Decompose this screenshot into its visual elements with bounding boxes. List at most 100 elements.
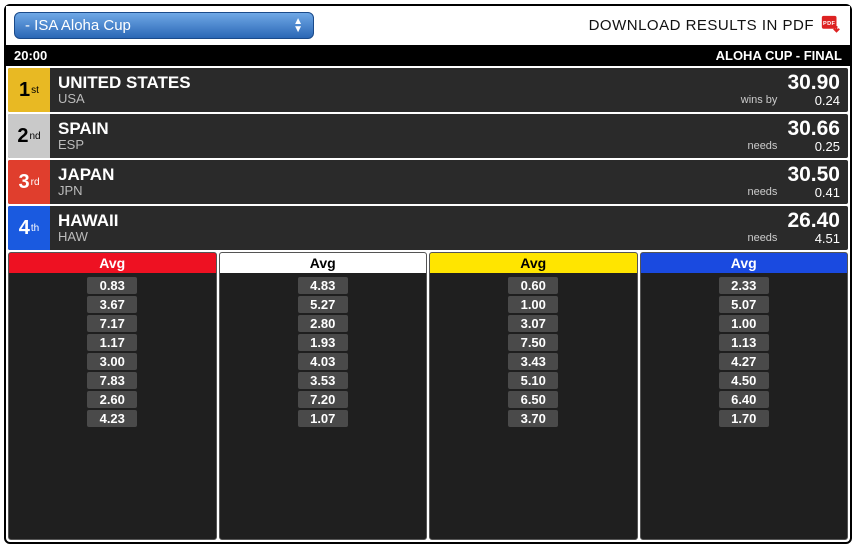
avg-cell: 3.70 xyxy=(508,410,558,427)
country-name: SPAIN xyxy=(58,120,109,139)
topbar: - ISA Aloha Cup ▲▼ DOWNLOAD RESULTS IN P… xyxy=(6,6,850,45)
country-name: HAWAII xyxy=(58,212,118,231)
score-meta: wins by 30.900.24 xyxy=(741,72,840,108)
heat-title: ALOHA CUP - FINAL xyxy=(716,48,842,63)
total-score: 30.50 xyxy=(787,164,840,185)
score-diff: 0.24 xyxy=(815,93,840,108)
score-wrap: 30.500.41 xyxy=(787,164,840,200)
rank-badge: 2nd xyxy=(8,114,50,158)
status-label: needs xyxy=(747,140,777,152)
avg-cell: 6.50 xyxy=(508,391,558,408)
score-diff: 0.41 xyxy=(815,185,840,200)
country-code: JPN xyxy=(58,184,114,198)
pdf-icon: PDF xyxy=(820,15,842,37)
total-score: 26.40 xyxy=(787,210,840,231)
score-diff: 4.51 xyxy=(815,231,840,246)
score-wrap: 30.900.24 xyxy=(787,72,840,108)
svg-text:PDF: PDF xyxy=(823,21,836,27)
heat-time: 20:00 xyxy=(14,48,47,63)
total-score: 30.66 xyxy=(787,118,840,139)
country-block: UNITED STATESUSA xyxy=(58,74,191,107)
avg-cell: 4.83 xyxy=(298,277,348,294)
results-list: 1stUNITED STATESUSAwins by30.900.242ndSP… xyxy=(6,66,850,252)
total-score: 30.90 xyxy=(787,72,840,93)
avg-cell: 4.23 xyxy=(87,410,137,427)
score-meta: needs 26.404.51 xyxy=(747,210,840,246)
avg-cell: 1.93 xyxy=(298,334,348,351)
avg-cell: 1.13 xyxy=(719,334,769,351)
row-main: JAPANJPN needs 30.500.41 xyxy=(50,160,848,204)
score-wrap: 30.660.25 xyxy=(787,118,840,154)
avg-cell: 4.27 xyxy=(719,353,769,370)
avg-cell: 7.17 xyxy=(87,315,137,332)
rank-badge: 3rd xyxy=(8,160,50,204)
status-label: wins by xyxy=(741,94,778,106)
status-label: needs xyxy=(747,232,777,244)
country-block: HAWAIIHAW xyxy=(58,212,118,245)
status-label: needs xyxy=(747,186,777,198)
result-row: 4thHAWAIIHAWneeds26.404.51 xyxy=(8,206,848,250)
avg-header: Avg xyxy=(430,253,637,273)
score-diff: 0.25 xyxy=(815,139,840,154)
avg-cell: 7.50 xyxy=(508,334,558,351)
avg-list: 2.33 5.07 1.00 1.13 4.27 4.50 6.40 1.70 xyxy=(641,273,848,431)
avg-cell: 2.33 xyxy=(719,277,769,294)
avg-cell: 3.67 xyxy=(87,296,137,313)
avg-column: Avg 0.83 3.67 7.17 1.17 3.00 7.83 2.60 4.23 xyxy=(8,252,217,540)
avg-list: 4.83 5.27 2.80 1.93 4.03 3.53 7.20 1.07 xyxy=(220,273,427,431)
avg-list: 0.60 1.00 3.07 7.50 3.43 5.10 6.50 3.70 xyxy=(430,273,637,431)
avg-cell: 1.00 xyxy=(508,296,558,313)
avg-header: Avg xyxy=(641,253,848,273)
avg-header: Avg xyxy=(9,253,216,273)
country-block: SPAINESP xyxy=(58,120,109,153)
chevron-updown-icon: ▲▼ xyxy=(293,18,303,34)
avg-cell: 1.00 xyxy=(719,315,769,332)
avg-column: Avg 4.83 5.27 2.80 1.93 4.03 3.53 7.20 1.07 xyxy=(219,252,428,540)
country-code: USA xyxy=(58,92,191,106)
avg-cell: 4.03 xyxy=(298,353,348,370)
download-pdf-link[interactable]: DOWNLOAD RESULTS IN PDF PDF xyxy=(589,15,842,37)
avg-cell: 2.80 xyxy=(298,315,348,332)
avg-cell: 5.10 xyxy=(508,372,558,389)
score-wrap: 26.404.51 xyxy=(787,210,840,246)
avg-cell: 4.50 xyxy=(719,372,769,389)
score-meta: needs 30.660.25 xyxy=(747,118,840,154)
avg-cell: 5.27 xyxy=(298,296,348,313)
row-main: HAWAIIHAW needs 26.404.51 xyxy=(50,206,848,250)
result-row: 3rdJAPANJPN needs 30.500.41 xyxy=(8,160,848,204)
country-code: HAW xyxy=(58,230,118,244)
result-row: 1stUNITED STATESUSAwins by30.900.24 xyxy=(8,68,848,112)
avg-cell: 1.70 xyxy=(719,410,769,427)
event-dropdown[interactable]: - ISA Aloha Cup ▲▼ xyxy=(14,12,314,39)
download-pdf-label: DOWNLOAD RESULTS IN PDF xyxy=(589,17,814,34)
country-code: ESP xyxy=(58,138,109,152)
avg-cell: 3.00 xyxy=(87,353,137,370)
heat-header: 20:00 ALOHA CUP - FINAL xyxy=(6,45,850,66)
avg-cell: 7.20 xyxy=(298,391,348,408)
avg-header: Avg xyxy=(220,253,427,273)
avg-cell: 0.83 xyxy=(87,277,137,294)
avg-cell: 3.53 xyxy=(298,372,348,389)
rank-badge: 4th xyxy=(8,206,50,250)
avg-cell: 7.83 xyxy=(87,372,137,389)
avg-column: Avg 0.60 1.00 3.07 7.50 3.43 5.10 6.50 3.70 xyxy=(429,252,638,540)
avg-column: Avg 2.33 5.07 1.00 1.13 4.27 4.50 6.40 1.70 xyxy=(640,252,849,540)
row-main: SPAINESP needs 30.660.25 xyxy=(50,114,848,158)
avg-cell: 6.40 xyxy=(719,391,769,408)
avg-grid: Avg0.833.677.171.173.007.832.604.23Avg4.… xyxy=(6,252,850,542)
avg-cell: 1.07 xyxy=(298,410,348,427)
rank-badge: 1st xyxy=(8,68,50,112)
row-main: UNITED STATESUSA wins by 30.900.24 xyxy=(50,68,848,112)
country-name: UNITED STATES xyxy=(58,74,191,93)
country-block: JAPANJPN xyxy=(58,166,114,199)
dropdown-label: - ISA Aloha Cup xyxy=(25,17,131,34)
score-meta: needs 30.500.41 xyxy=(747,164,840,200)
avg-cell: 5.07 xyxy=(719,296,769,313)
avg-cell: 0.60 xyxy=(508,277,558,294)
avg-list: 0.83 3.67 7.17 1.17 3.00 7.83 2.60 4.23 xyxy=(9,273,216,431)
avg-cell: 2.60 xyxy=(87,391,137,408)
avg-cell: 1.17 xyxy=(87,334,137,351)
avg-cell: 3.43 xyxy=(508,353,558,370)
avg-cell: 3.07 xyxy=(508,315,558,332)
result-row: 2ndSPAINESPneeds30.660.25 xyxy=(8,114,848,158)
